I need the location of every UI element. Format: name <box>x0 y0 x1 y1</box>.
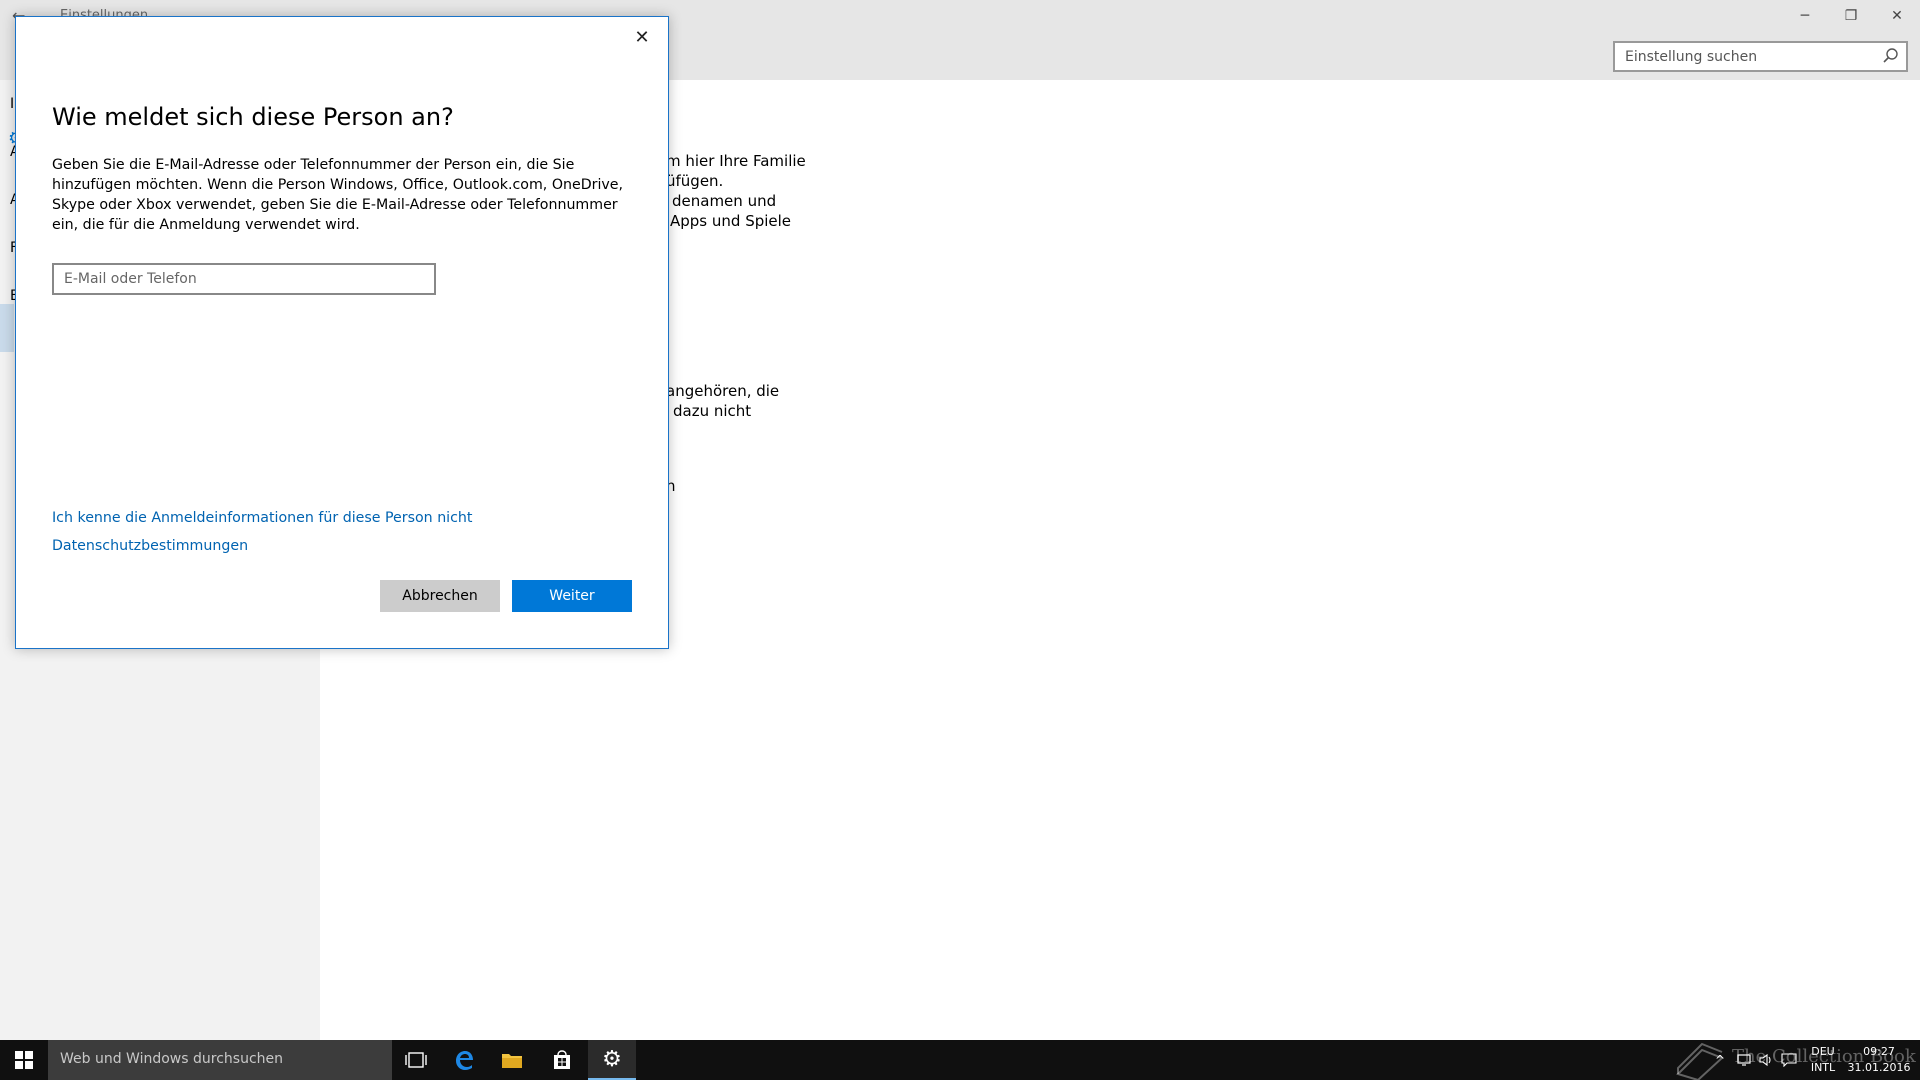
cancel-button[interactable]: Abbrechen <box>380 580 500 612</box>
main-text-line: m hier Ihre Familie <box>666 152 806 170</box>
settings-taskbar-button[interactable]: ⚙ <box>588 1040 636 1080</box>
dialog-description: Geben Sie die E-Mail-Adresse oder Telefo… <box>52 157 624 233</box>
file-explorer-icon <box>502 1054 522 1068</box>
minimize-button[interactable]: ─ <box>1782 0 1828 32</box>
search-icon[interactable] <box>1882 47 1900 65</box>
sidebar-selection-highlight <box>0 304 14 352</box>
edge-icon <box>456 1051 473 1070</box>
restore-button[interactable]: ❐ <box>1828 0 1874 32</box>
watermark-text: The Collection Book <box>1732 1046 1916 1067</box>
taskbar: Web und Windows durchsuchen ⚙ ^ DEU INTL… <box>0 1040 1920 1080</box>
next-button[interactable]: Weiter <box>512 580 632 612</box>
window-controls: ─ ❐ ✕ <box>1782 0 1920 32</box>
email-phone-field[interactable] <box>52 263 436 295</box>
settings-search-box[interactable] <box>1613 41 1908 72</box>
windows-logo-icon <box>15 1051 33 1069</box>
settings-search-input[interactable] <box>1615 43 1906 70</box>
file-explorer-button[interactable] <box>488 1040 536 1080</box>
no-signin-info-link[interactable]: Ich kenne die Anmeldeinformationen für d… <box>52 510 472 526</box>
task-view-icon <box>405 1052 427 1068</box>
start-button[interactable] <box>0 1040 48 1080</box>
watermark: The Collection Book <box>1672 1040 1916 1080</box>
edge-button[interactable] <box>440 1040 488 1080</box>
taskbar-search-text: Web und Windows durchsuchen <box>60 1051 284 1067</box>
main-text-line: angehören, die <box>666 382 780 400</box>
window-close-button[interactable]: ✕ <box>1874 0 1920 32</box>
store-icon <box>554 1050 570 1069</box>
email-phone-input[interactable] <box>54 265 434 293</box>
dialog-close-icon[interactable]: ✕ <box>630 25 654 49</box>
add-person-dialog: ✕ Wie meldet sich diese Person an? Geben… <box>15 16 669 649</box>
settings-icon: ⚙ <box>602 1046 622 1072</box>
store-button[interactable] <box>538 1040 586 1080</box>
main-text-line: dazu nicht <box>673 402 752 420</box>
main-text-line: denamen und <box>672 192 777 210</box>
main-text-line: üfügen. <box>666 172 724 190</box>
task-view-button[interactable] <box>392 1040 440 1080</box>
book-watermark-icon <box>1676 1042 1724 1080</box>
dialog-title: Wie meldet sich diese Person an? <box>52 103 454 131</box>
main-text-line: Apps und Spiele <box>670 212 792 230</box>
sidebar-item-1[interactable]: I <box>10 96 14 112</box>
taskbar-search-box[interactable]: Web und Windows durchsuchen <box>48 1040 392 1080</box>
privacy-link[interactable]: Datenschutzbestimmungen <box>52 538 248 554</box>
